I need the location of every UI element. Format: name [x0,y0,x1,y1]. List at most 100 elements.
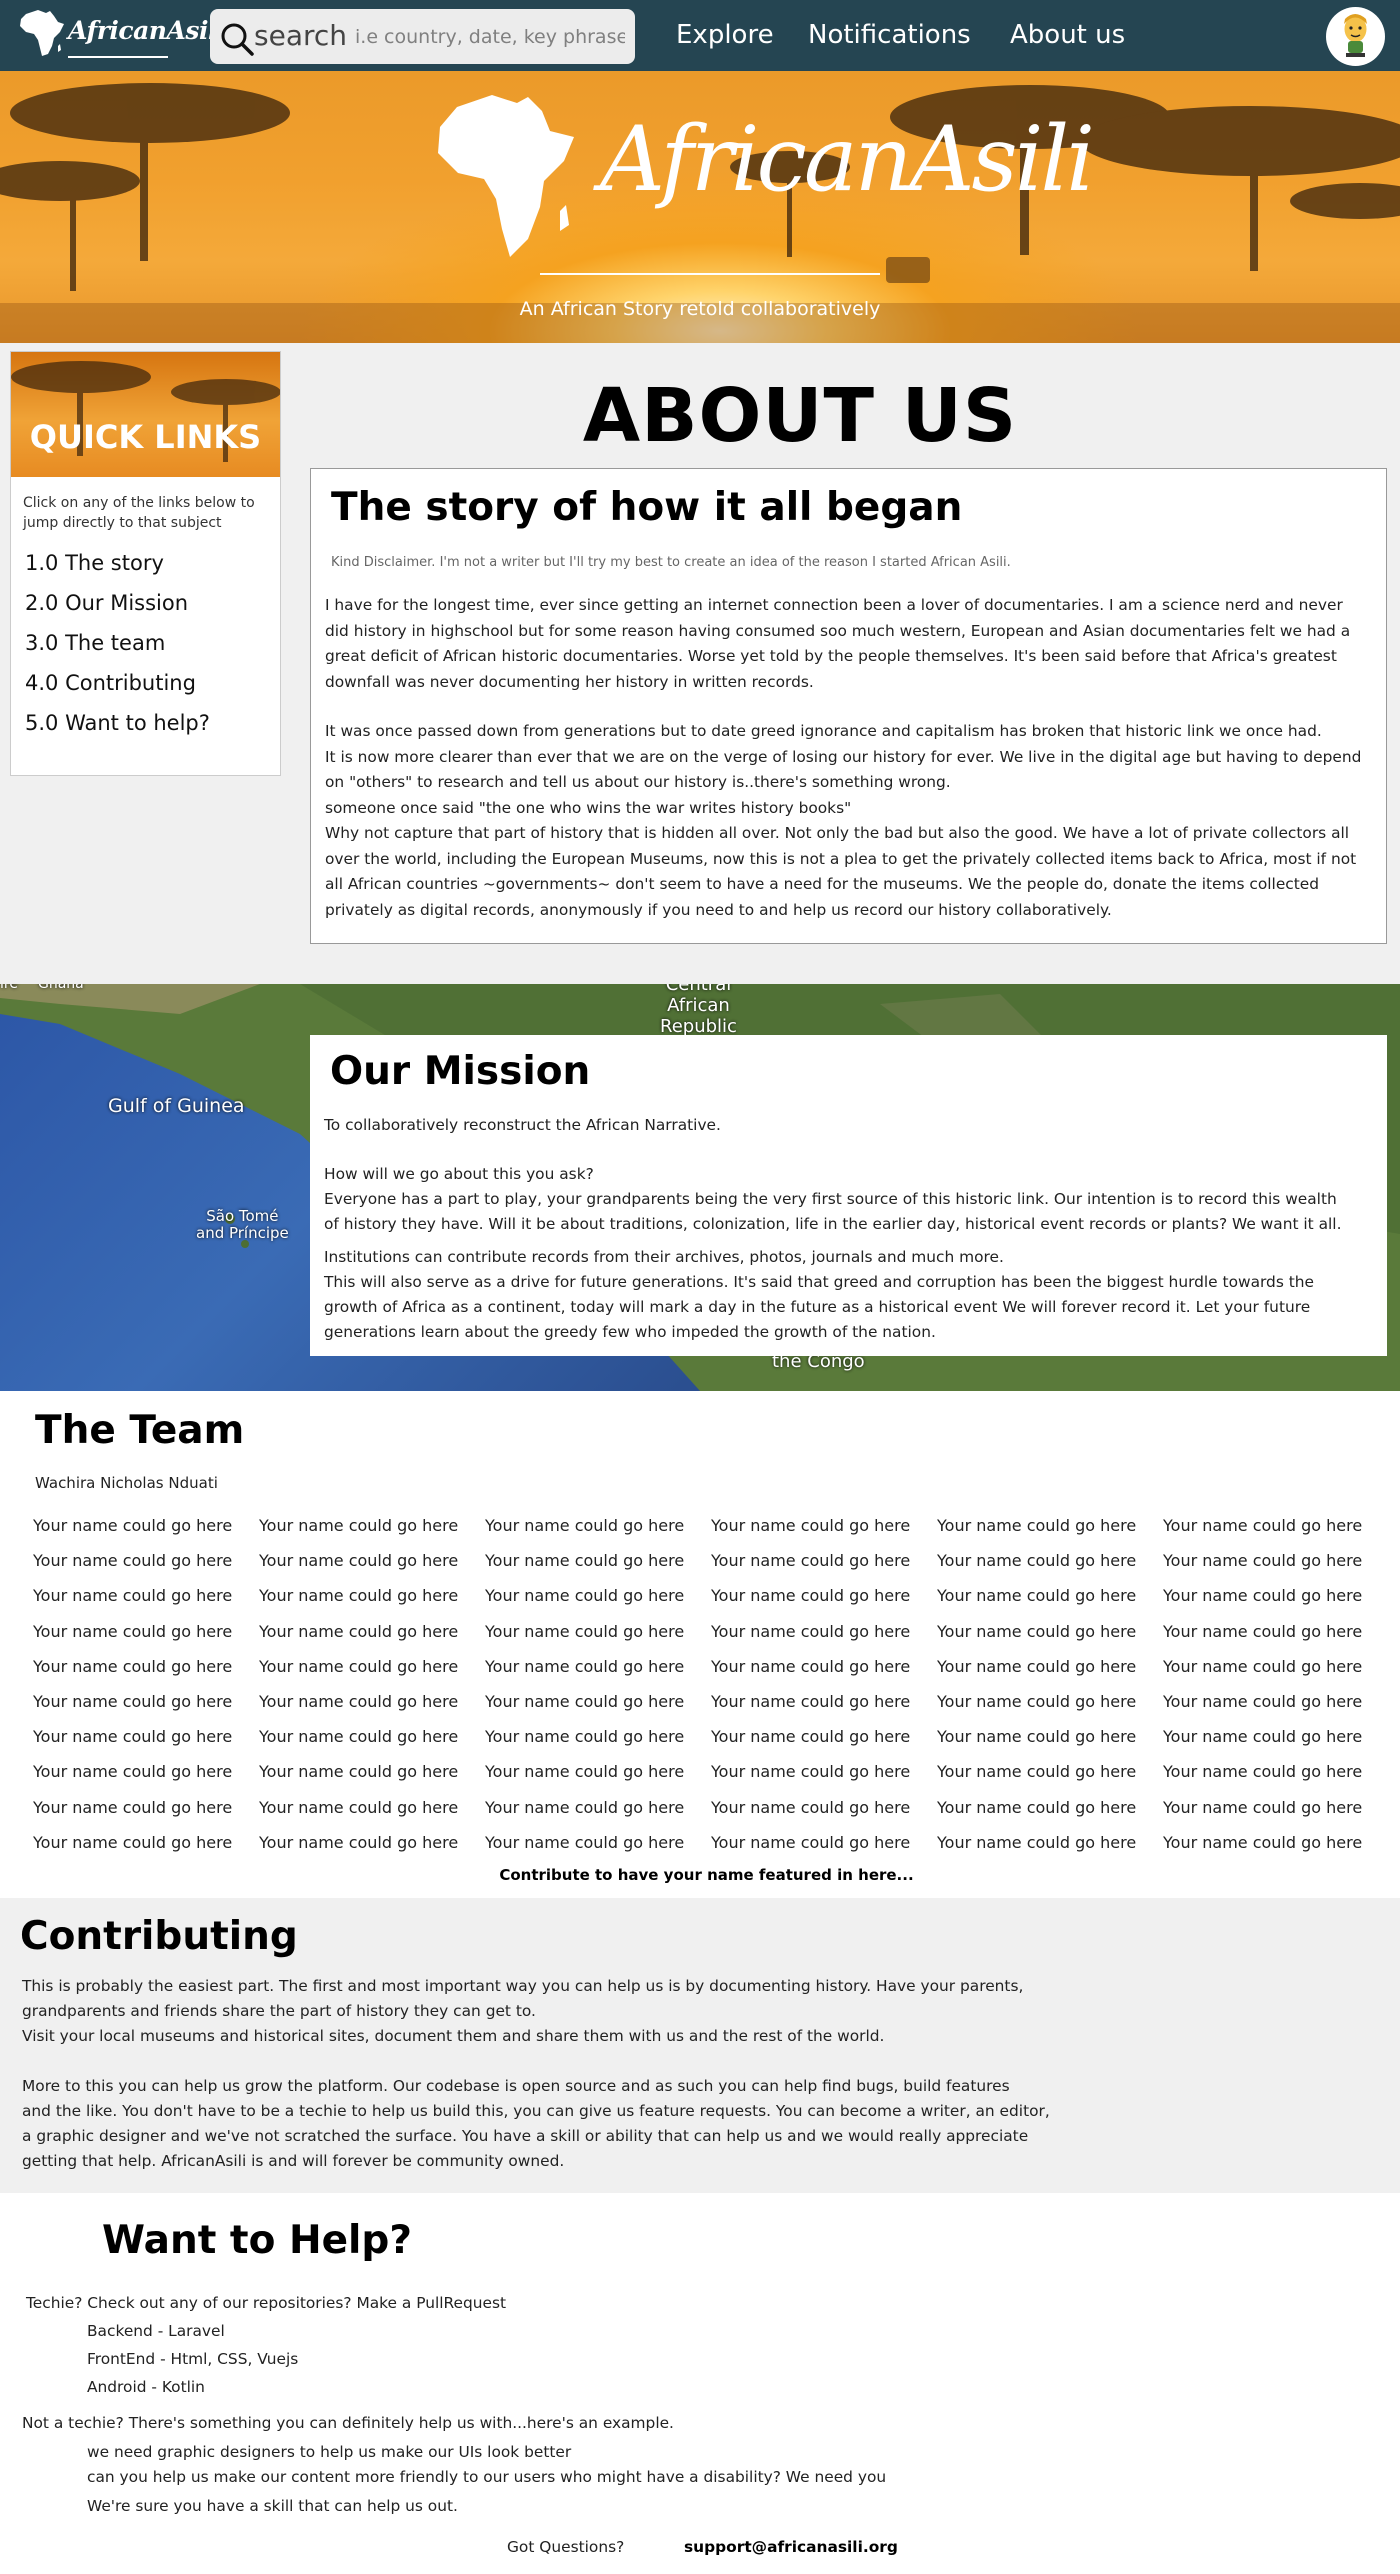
africa-logo-icon [20,10,64,56]
team-name-grid: Your name could go here Your name could g… [33,1516,1373,1868]
contributing-heading: Contributing [20,1914,298,1959]
team-member-slot: Your name could go here [259,1621,459,1641]
team-member-slot: Your name could go here [33,1621,233,1641]
team-member-slot: Your name could go here [485,1762,685,1782]
team-member-slot: Your name could go here [1163,1516,1363,1535]
team-member-slot: Your name could go here [259,1516,459,1535]
mission-card: Our Mission To collaboratively reconstru… [310,1035,1387,1356]
hero-divider [540,273,880,275]
team-member-slot: Your name could go here [711,1586,911,1606]
mission-heading: Our Mission [330,1049,591,1094]
page-title: ABOUT US [582,373,1018,459]
nav-about-link[interactable]: About us [1010,20,1125,50]
contributing-paragraph-2: More to this you can help us grow the pl… [22,2077,1050,2170]
team-member-slot: Your name could go here [711,1797,911,1817]
team-member-slot: Your name could go here [1163,1691,1363,1711]
team-member-slot: Your name could go here [33,1762,233,1782]
team-member-slot: Your name could go here [1163,1832,1363,1852]
search-bar[interactable]: search [210,9,635,64]
quick-links-intro: Click on any of the links below to jump … [23,495,255,531]
team-member-slot: Your name could go here [259,1832,459,1852]
team-member-slot: Your name could go here [485,1832,685,1852]
team-lead-name: Wachira Nicholas Nduati [35,1474,218,1492]
team-member-slot: Your name could go here [485,1586,685,1606]
team-member-slot: Your name could go here [259,1586,459,1606]
hero-africa-icon [438,95,574,257]
nav-notifications-link[interactable]: Notifications [808,20,971,50]
footer-support-email[interactable]: support@africanasili.org [684,2538,898,2556]
team-member-slot: Your name could go here [711,1656,911,1676]
team-member-slot: Your name could go here [711,1832,911,1852]
quick-link-contributing[interactable]: 4.0 Contributing [25,663,280,703]
search-input[interactable] [355,23,625,51]
story-heading: The story of how it all began [331,485,963,530]
team-member-slot: Your name could go here [711,1691,911,1711]
team-member-slot: Your name could go here [485,1797,685,1817]
map-label-left: ire [0,984,18,992]
team-member-slot: Your name could go here [259,1762,459,1782]
mission-paragraph-2: How will we go about this you ask? Every… [324,1165,1342,1233]
story-body: I have for the longest time, ever since … [325,593,1380,923]
hero-title: AfricanAsili [600,107,1095,212]
team-member-slot: Your name could go here [1163,1656,1363,1676]
brand-underline [68,56,168,58]
hero-banner: AfricanAsili An African Story retold col… [0,71,1400,343]
quick-links-title: QUICK LINKS [29,418,262,456]
team-member-slot: Your name could go here [937,1551,1137,1571]
nav-explore-link[interactable]: Explore [676,20,774,50]
team-member-slot: Your name could go here [33,1516,233,1535]
quick-link-story[interactable]: 1.0 The story [25,543,280,583]
brand-logo[interactable]: AfricanAsili [18,6,226,64]
help-non-techie-text: Not a techie? There's something you can … [22,2414,674,2432]
team-member-slot: Your name could go here [711,1551,911,1571]
team-member-slot: Your name could go here [485,1727,685,1747]
avatar-cartoon-icon [1344,14,1367,57]
mission-paragraph-1: To collaboratively reconstruct the Afric… [324,1116,721,1134]
team-member-slot: Your name could go here [937,1762,1137,1782]
team-member-slot: Your name could go here [259,1797,459,1817]
mission-paragraph-3: Institutions can contribute records from… [324,1248,1314,1341]
team-member-slot: Your name could go here [937,1832,1137,1852]
quick-link-mission[interactable]: 2.0 Our Mission [25,583,280,623]
contributing-body: This is probably the easiest part. The f… [22,1974,1072,2174]
team-member-slot: Your name could go here [937,1656,1137,1676]
top-navbar: AfricanAsili search Explore Notification… [0,0,1400,71]
team-member-slot: Your name could go here [1163,1762,1363,1782]
team-member-slot: Your name could go here [259,1656,459,1676]
search-icon[interactable] [220,22,254,56]
team-member-slot: Your name could go here [485,1691,685,1711]
team-member-slot: Your name could go here [485,1621,685,1641]
contributing-section: Contributing This is probably the easies… [0,1898,1400,2193]
team-member-slot: Your name could go here [485,1551,685,1571]
team-member-slot: Your name could go here [1163,1797,1363,1817]
team-member-slot: Your name could go here [33,1586,233,1606]
help-techie-text: Techie? Check out any of our repositorie… [26,2294,507,2312]
help-example-3: We're sure you have a skill that can hel… [87,2497,458,2515]
team-member-slot: Your name could go here [33,1832,233,1852]
team-member-slot: Your name could go here [937,1727,1137,1747]
team-member-slot: Your name could go here [485,1516,685,1535]
quick-link-team[interactable]: 3.0 The team [25,623,280,663]
team-member-slot: Your name could go here [711,1762,911,1782]
team-member-slot: Your name could go here [937,1691,1137,1711]
repo-android-link[interactable]: Android - Kotlin [87,2378,205,2396]
team-heading: The Team [35,1408,245,1453]
team-member-slot: Your name could go here [1163,1727,1363,1747]
footer-questions-label: Got Questions? [507,2538,625,2556]
user-avatar[interactable] [1326,7,1385,66]
search-label: search [254,19,348,52]
story-paragraph-1: I have for the longest time, ever since … [325,596,1351,691]
team-member-slot: Your name could go here [711,1727,911,1747]
quick-link-help[interactable]: 5.0 Want to help? [25,703,280,743]
brand-name: AfricanAsili [68,16,226,45]
repo-frontend-link[interactable]: FrontEnd - Html, CSS, Vuejs [87,2350,298,2368]
repo-backend-link[interactable]: Backend - Laravel [87,2322,225,2340]
story-card: The story of how it all began Kind Discl… [310,468,1387,944]
map-label-sao-tome: São Tomé and Príncipe [196,1207,289,1242]
team-member-slot: Your name could go here [33,1797,233,1817]
team-member-slot: Your name could go here [937,1797,1137,1817]
team-member-slot: Your name could go here [259,1551,459,1571]
team-member-slot: Your name could go here [1163,1586,1363,1606]
team-member-slot: Your name could go here [33,1691,233,1711]
team-member-slot: Your name could go here [711,1621,911,1641]
